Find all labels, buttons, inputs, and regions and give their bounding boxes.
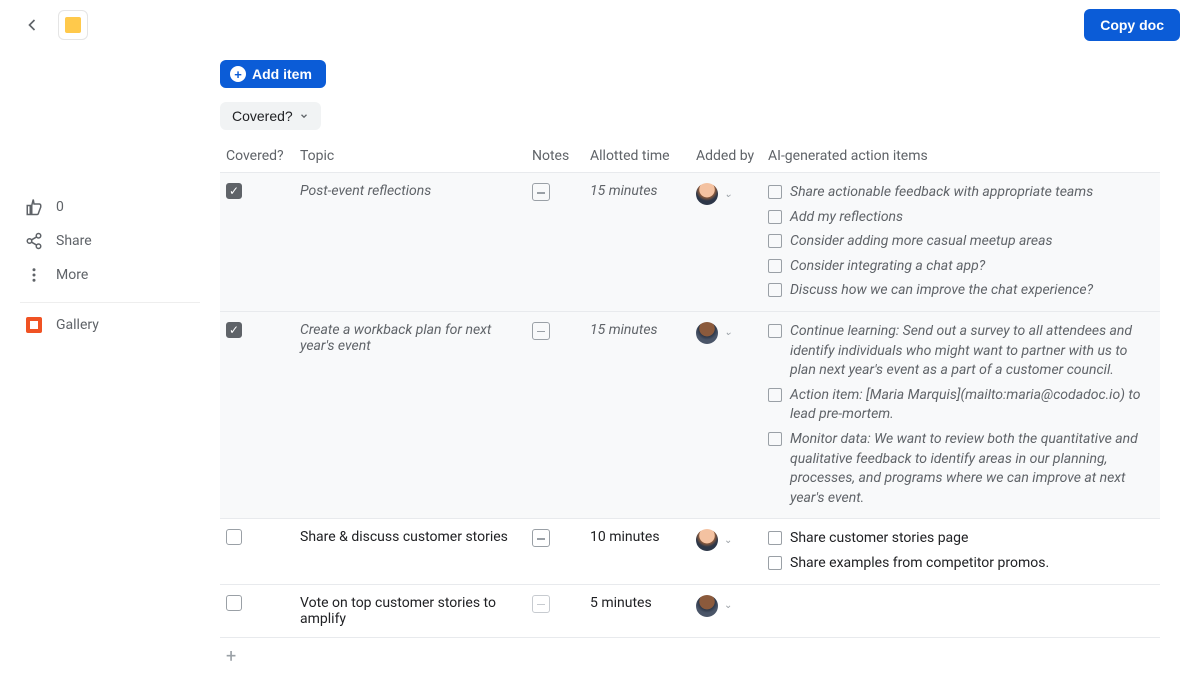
ai-action-item: Share actionable feedback with appropria…: [768, 183, 1154, 203]
ai-item-text: Share examples from competitor promos.: [790, 554, 1049, 574]
table-row: Vote on top customer stories to amplify 5…: [220, 584, 1160, 637]
allotted-time-cell[interactable]: 10 minutes: [584, 519, 690, 584]
ai-action-item: Action item: [Maria Marquis](mailto:mari…: [768, 386, 1154, 425]
col-header-topic[interactable]: Topic: [294, 140, 526, 173]
add-item-label: Add item: [252, 66, 312, 82]
chevron-down-icon[interactable]: ⌄: [724, 600, 732, 611]
ai-item-text: Consider integrating a chat app?: [790, 257, 985, 277]
copy-doc-button[interactable]: Copy doc: [1084, 9, 1180, 41]
allotted-time-cell[interactable]: 15 minutes: [584, 311, 690, 518]
avatar[interactable]: [696, 322, 718, 344]
gallery-label: Gallery: [56, 317, 99, 333]
share-label: Share: [56, 233, 92, 249]
notes-icon[interactable]: [532, 183, 550, 201]
ai-action-item: Monitor data: We want to review both the…: [768, 430, 1154, 508]
topic-cell[interactable]: Create a workback plan for next year's e…: [294, 311, 526, 518]
chevron-down-icon[interactable]: ⌄: [724, 189, 732, 200]
add-item-button[interactable]: + Add item: [220, 60, 326, 88]
avatar[interactable]: [696, 595, 718, 617]
topic-cell[interactable]: Post-event reflections: [294, 173, 526, 312]
notes-icon[interactable]: [532, 529, 550, 547]
avatar[interactable]: [696, 183, 718, 205]
covered-checkbox[interactable]: [226, 595, 242, 611]
avatar[interactable]: [696, 529, 718, 551]
topic-cell[interactable]: Share & discuss customer stories: [294, 519, 526, 584]
add-row-button[interactable]: +: [220, 638, 1160, 675]
ai-item-text: Action item: [Maria Marquis](mailto:mari…: [790, 386, 1154, 425]
agenda-table: Covered? Topic Notes Allotted time Added…: [220, 140, 1160, 638]
ai-item-checkbox[interactable]: [768, 234, 782, 248]
filter-covered[interactable]: Covered?: [220, 102, 321, 130]
ai-action-item: Consider integrating a chat app?: [768, 257, 1154, 277]
ai-item-checkbox[interactable]: [768, 324, 782, 338]
allotted-time-cell[interactable]: 15 minutes: [584, 173, 690, 312]
ai-item-text: Add my reflections: [790, 208, 903, 228]
table-row: Create a workback plan for next year's e…: [220, 311, 1160, 518]
ai-item-checkbox[interactable]: [768, 531, 782, 545]
like-count: 0: [56, 199, 64, 215]
ai-item-text: Share customer stories page: [790, 529, 968, 549]
ai-item-text: Consider adding more casual meetup areas: [790, 232, 1053, 252]
covered-checkbox[interactable]: [226, 322, 242, 338]
col-header-added[interactable]: Added by: [690, 140, 762, 173]
topic-cell[interactable]: Vote on top customer stories to amplify: [294, 584, 526, 637]
ai-item-checkbox[interactable]: [768, 432, 782, 446]
ai-action-item: Continue learning: Send out a survey to …: [768, 322, 1154, 381]
allotted-time-cell[interactable]: 5 minutes: [584, 584, 690, 637]
ai-action-item: Share examples from competitor promos.: [768, 554, 1154, 574]
covered-checkbox[interactable]: [226, 529, 242, 545]
sidebar-item-like[interactable]: 0: [20, 190, 200, 224]
table-row: Post-event reflections 15 minutes ⌄ Share a…: [220, 173, 1160, 312]
ai-item-text: Share actionable feedback with appropria…: [790, 183, 1093, 203]
chevron-down-icon: [299, 108, 309, 124]
notes-icon[interactable]: [532, 322, 550, 340]
ai-item-checkbox[interactable]: [768, 388, 782, 402]
ai-item-checkbox[interactable]: [768, 556, 782, 570]
col-header-notes[interactable]: Notes: [526, 140, 584, 173]
table-row: Share & discuss customer stories 10 minut…: [220, 519, 1160, 584]
ai-action-item: Consider adding more casual meetup areas: [768, 232, 1154, 252]
sidebar-item-more[interactable]: More: [20, 258, 200, 292]
ai-action-item: Add my reflections: [768, 208, 1154, 228]
thumbs-up-icon: [24, 198, 44, 216]
back-button[interactable]: [20, 13, 44, 37]
more-icon: [24, 266, 44, 284]
plus-circle-icon: +: [230, 66, 246, 82]
more-label: More: [56, 267, 88, 283]
gallery-icon: [24, 317, 44, 333]
ai-action-item: Discuss how we can improve the chat expe…: [768, 281, 1154, 301]
ai-item-checkbox[interactable]: [768, 283, 782, 297]
col-header-time[interactable]: Allotted time: [584, 140, 690, 173]
filter-label: Covered?: [232, 108, 293, 124]
ai-action-item: Share customer stories page: [768, 529, 1154, 549]
ai-item-checkbox[interactable]: [768, 185, 782, 199]
sidebar-item-share[interactable]: Share: [20, 224, 200, 258]
ai-item-checkbox[interactable]: [768, 259, 782, 273]
share-icon: [24, 232, 44, 250]
chevron-down-icon[interactable]: ⌄: [724, 327, 732, 338]
ai-item-text: Continue learning: Send out a survey to …: [790, 322, 1154, 381]
doc-icon[interactable]: [58, 10, 88, 40]
covered-checkbox[interactable]: [226, 183, 242, 199]
col-header-ai[interactable]: AI-generated action items: [762, 140, 1160, 173]
ai-item-checkbox[interactable]: [768, 210, 782, 224]
col-header-covered[interactable]: Covered?: [220, 140, 294, 173]
sidebar-item-gallery[interactable]: Gallery: [20, 302, 200, 341]
ai-item-text: Discuss how we can improve the chat expe…: [790, 281, 1093, 301]
notes-icon[interactable]: [532, 595, 550, 613]
chevron-down-icon[interactable]: ⌄: [724, 535, 732, 546]
ai-item-text: Monitor data: We want to review both the…: [790, 430, 1154, 508]
